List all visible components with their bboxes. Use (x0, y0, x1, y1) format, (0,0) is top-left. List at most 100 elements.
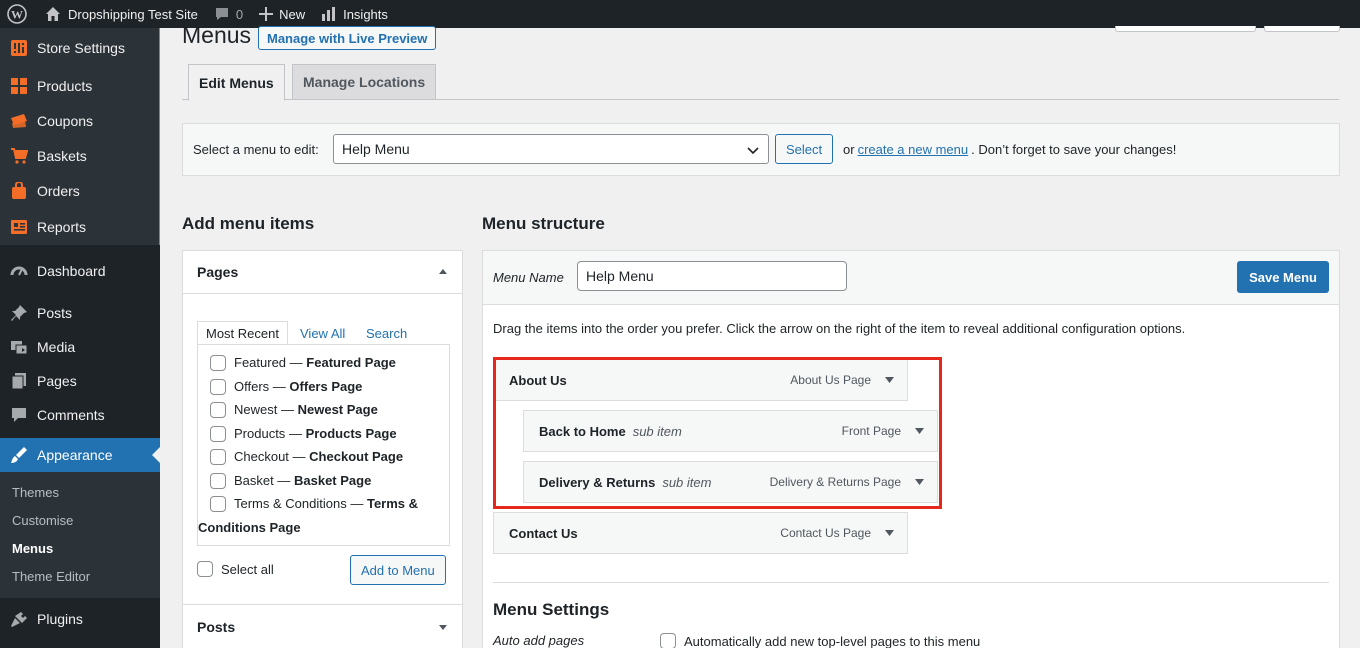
sidebar-item-coupons[interactable]: Coupons (0, 103, 159, 138)
list-item: Terms & Conditions — Terms & (210, 492, 449, 516)
sidebar-item-comments[interactable]: Comments (0, 398, 160, 432)
plug-icon (9, 609, 29, 629)
submenu-item-menus[interactable]: Menus (0, 535, 160, 563)
sidebar-item-plugins[interactable]: Plugins (0, 601, 160, 636)
sidebar-item-label: Orders (37, 182, 80, 199)
list-item: Featured — Featured Page (210, 351, 449, 375)
collapse-arrow-icon[interactable] (438, 267, 448, 275)
sidebar-item-appearance[interactable]: Appearance (0, 438, 160, 472)
insights-link[interactable]: Insights (313, 0, 396, 28)
menu-item-contact-us[interactable]: Contact Us Contact Us Page (493, 512, 908, 554)
posts-panel-title: Posts (197, 619, 236, 635)
page-name: Checkout (234, 449, 289, 464)
sidebar-item-label: Reports (37, 218, 87, 235)
brush-icon (9, 445, 29, 465)
sidebar-item-products[interactable]: Products (0, 68, 159, 103)
section-divider (493, 582, 1329, 583)
site-name-link[interactable]: Dropshipping Test Site (37, 0, 206, 28)
posts-panel-header[interactable]: Posts (183, 605, 462, 648)
tab-search[interactable]: Search (358, 321, 415, 345)
sidebar-item-label: Media (37, 339, 76, 355)
page-checkbox[interactable] (210, 496, 226, 512)
submenu-item-themes[interactable]: Themes (0, 479, 160, 507)
tab-most-recent[interactable]: Most Recent (197, 321, 288, 345)
page-checkbox[interactable] (210, 472, 226, 489)
select-all-control[interactable]: Select all (197, 561, 274, 577)
pin-icon (9, 303, 29, 323)
expand-arrow-icon[interactable] (438, 624, 448, 632)
menu-select-dropdown[interactable]: Help Menu (333, 134, 769, 164)
sidebar-item-label: Plugins (37, 610, 83, 627)
sidebar-item-label: Comments (37, 407, 105, 423)
tab-manage-locations[interactable]: Manage Locations (292, 64, 437, 100)
list-item: Newest — Newest Page (210, 398, 449, 422)
manage-live-preview-button[interactable]: Manage with Live Preview (258, 26, 437, 50)
page-checkbox[interactable] (210, 402, 226, 418)
help-button[interactable] (1264, 26, 1340, 32)
sidebar-item-orders[interactable]: Orders (0, 173, 159, 208)
sidebar-item-label: Pages (37, 373, 77, 389)
submenu-item-customise[interactable]: Customise (0, 507, 160, 535)
list-item: Checkout — Checkout Page (210, 445, 449, 469)
sidebar-separator (0, 245, 160, 253)
pages-icon (9, 371, 29, 391)
page-name: Products (234, 425, 286, 441)
select-button[interactable]: Select (775, 134, 834, 164)
menu-name-input[interactable]: Help Menu (577, 261, 847, 291)
sidebar-item-dashboard[interactable]: Dashboard (0, 253, 160, 288)
sidebar-item-label: Products (37, 77, 93, 94)
page-title-bold: Featured Page (306, 355, 396, 370)
screen-options-button[interactable] (1115, 26, 1256, 32)
posts-panel: Posts (182, 604, 463, 648)
sidebar-item-reports[interactable]: Reports (0, 208, 159, 245)
coupons-icon (9, 111, 29, 131)
cart-icon (9, 146, 29, 166)
list-item: Products — Products Page (210, 422, 449, 446)
sidebar-item-label: Store Settings (37, 40, 125, 56)
save-menu-button[interactable]: Save Menu (1237, 261, 1329, 293)
sidebar-item-store-settings[interactable]: Store Settings (0, 28, 159, 68)
tab-view-all[interactable]: View All (292, 321, 353, 345)
list-item-continued: Conditions Page (198, 516, 449, 540)
pages-panel-header[interactable]: Pages (183, 251, 462, 294)
new-content-link[interactable]: New (251, 0, 313, 28)
wordpress-logo-icon[interactable]: W (0, 0, 37, 28)
auto-add-pages-label: Auto add pages (493, 633, 585, 648)
sidebar-item-label: Appearance (37, 447, 113, 463)
page-checkbox[interactable] (210, 449, 226, 465)
comment-icon (9, 405, 29, 425)
page-title-bold: Checkout Page (309, 449, 404, 464)
menu-name-label: Menu Name (493, 270, 564, 285)
select-all-label: Select all (221, 561, 274, 577)
chevron-down-icon (747, 147, 759, 155)
insights-label: Insights (343, 6, 388, 22)
add-menu-items-heading: Add menu items (182, 214, 315, 233)
sidebar-item-baskets[interactable]: Baskets (0, 138, 159, 173)
auto-add-pages-control[interactable]: Automatically add new top-level pages to… (660, 633, 980, 648)
sidebar-item-posts[interactable]: Posts (0, 296, 160, 330)
tab-edit-menus[interactable]: Edit Menus (188, 64, 285, 101)
sidebar-separator (0, 288, 160, 296)
sidebar-item-media[interactable]: Media (0, 330, 160, 364)
sidebar-item-pages[interactable]: Pages (0, 364, 160, 398)
nav-tabs: Edit Menus Manage Locations (182, 64, 1339, 101)
page-title-bold: Offers Page (289, 378, 363, 394)
sidebar-item-label: Dashboard (37, 262, 106, 279)
page-checkbox[interactable] (210, 425, 226, 442)
main-content: Menus Manage with Live Preview Edit Menu… (160, 22, 1360, 648)
site-name: Dropshipping Test Site (68, 6, 198, 22)
add-to-menu-button[interactable]: Add to Menu (350, 555, 446, 585)
admin-sidebar: Store Settings Products Coupons Baskets … (0, 28, 160, 648)
pages-panel: Pages Most Recent View All Search Featur… (182, 250, 463, 606)
auto-add-checkbox[interactable] (660, 633, 676, 648)
page-title-bold: Products Page (305, 425, 397, 441)
select-all-checkbox[interactable] (197, 561, 213, 577)
page-checkbox[interactable] (210, 355, 226, 371)
dash: — (277, 472, 291, 488)
dash: — (289, 355, 303, 370)
page-name: Basket (234, 472, 274, 488)
create-new-menu-link[interactable]: create a new menu (858, 142, 969, 157)
caret-down-icon[interactable] (885, 530, 894, 537)
submenu-item-theme-editor[interactable]: Theme Editor (0, 563, 160, 591)
page-checkbox[interactable] (210, 378, 226, 395)
